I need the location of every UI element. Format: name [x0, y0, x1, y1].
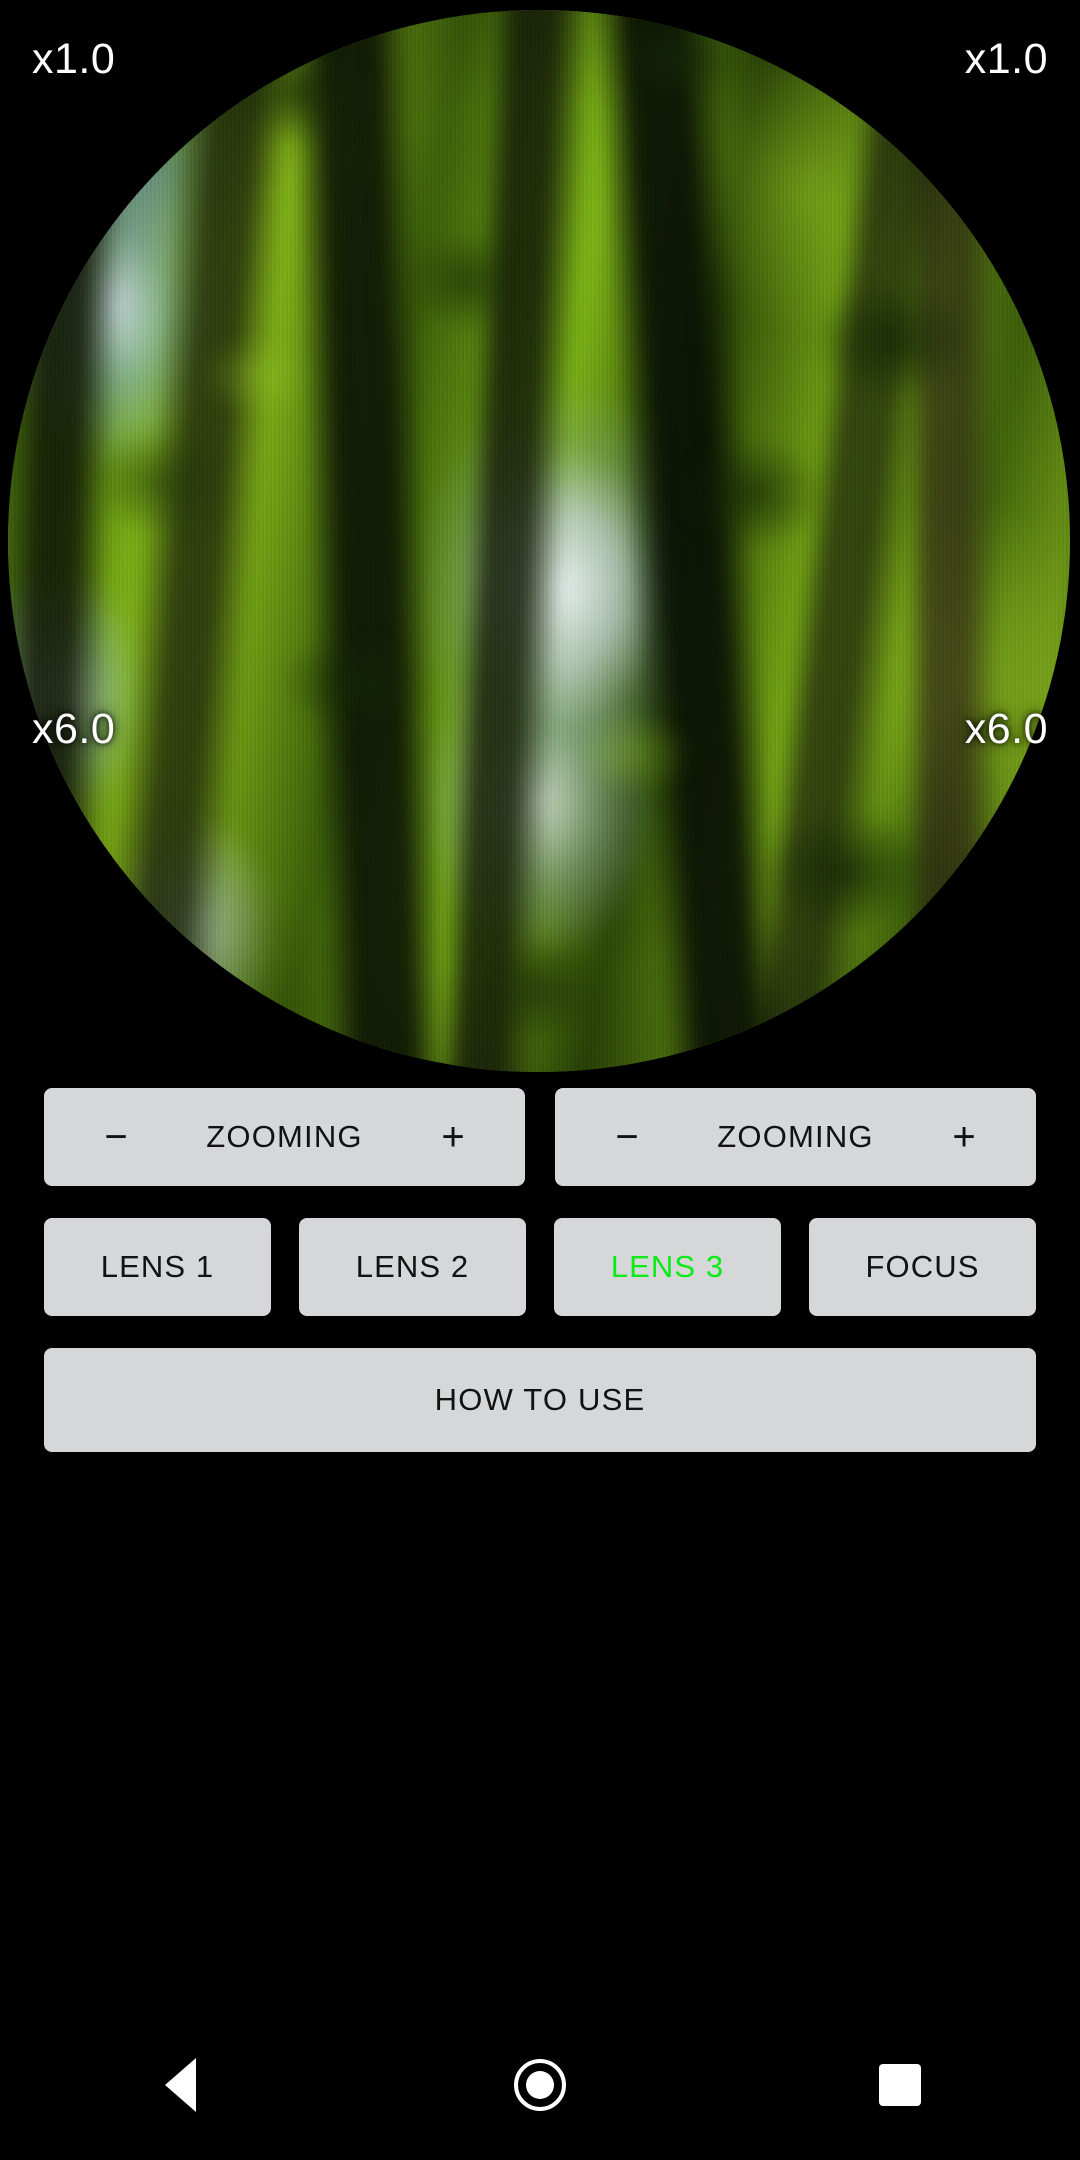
lens-2-label: LENS 2	[355, 1249, 470, 1284]
focus-label: FOCUS	[865, 1249, 980, 1284]
lens-2-button[interactable]: LENS 2	[299, 1218, 526, 1316]
zoom-stepper-left[interactable]: − ZOOMING +	[44, 1088, 525, 1186]
preview-vignette	[8, 10, 1070, 1072]
zoom-label-top-right: x1.0	[964, 35, 1048, 83]
zoom-stepper-right-label: ZOOMING	[717, 1119, 874, 1154]
recents-icon	[879, 2064, 921, 2106]
how-to-use-button[interactable]: HOW TO USE	[44, 1348, 1036, 1452]
nav-home-button[interactable]	[465, 2010, 615, 2160]
camera-viewport-area: x1.0 x1.0 x6.0 x6.0	[0, 0, 1080, 1080]
lens-3-button[interactable]: LENS 3	[554, 1218, 781, 1316]
android-navigation-bar	[0, 2010, 1080, 2160]
zoom-label-bottom-right: x6.0	[964, 705, 1048, 753]
zoom-stepper-right[interactable]: − ZOOMING +	[555, 1088, 1036, 1186]
magnifier-camera-preview[interactable]	[8, 10, 1070, 1072]
lens-controls-row: LENS 1 LENS 2 LENS 3 FOCUS	[44, 1218, 1036, 1316]
lens-1-button[interactable]: LENS 1	[44, 1218, 271, 1316]
back-icon	[164, 2058, 196, 2112]
zoom-label-bottom-left: x6.0	[32, 705, 116, 753]
lens-1-label: LENS 1	[100, 1249, 215, 1284]
controls-panel: − ZOOMING + − ZOOMING + LENS 1 LENS 2 LE…	[0, 1088, 1080, 1452]
help-row: HOW TO USE	[44, 1348, 1036, 1452]
zoom-plus-icon[interactable]: +	[944, 1117, 984, 1157]
lens-3-label: LENS 3	[610, 1249, 725, 1284]
zoom-plus-icon[interactable]: +	[433, 1117, 473, 1157]
nav-back-button[interactable]	[105, 2010, 255, 2160]
zoom-controls-row: − ZOOMING + − ZOOMING +	[44, 1088, 1036, 1186]
zoom-minus-icon[interactable]: −	[96, 1117, 136, 1157]
nav-recents-button[interactable]	[825, 2010, 975, 2160]
focus-button[interactable]: FOCUS	[809, 1218, 1036, 1316]
home-icon-dot	[526, 2071, 554, 2099]
how-to-use-label: HOW TO USE	[434, 1382, 646, 1417]
zoom-minus-icon[interactable]: −	[607, 1117, 647, 1157]
zoom-stepper-left-label: ZOOMING	[206, 1119, 363, 1154]
home-icon	[514, 2059, 566, 2111]
zoom-label-top-left: x1.0	[32, 35, 116, 83]
